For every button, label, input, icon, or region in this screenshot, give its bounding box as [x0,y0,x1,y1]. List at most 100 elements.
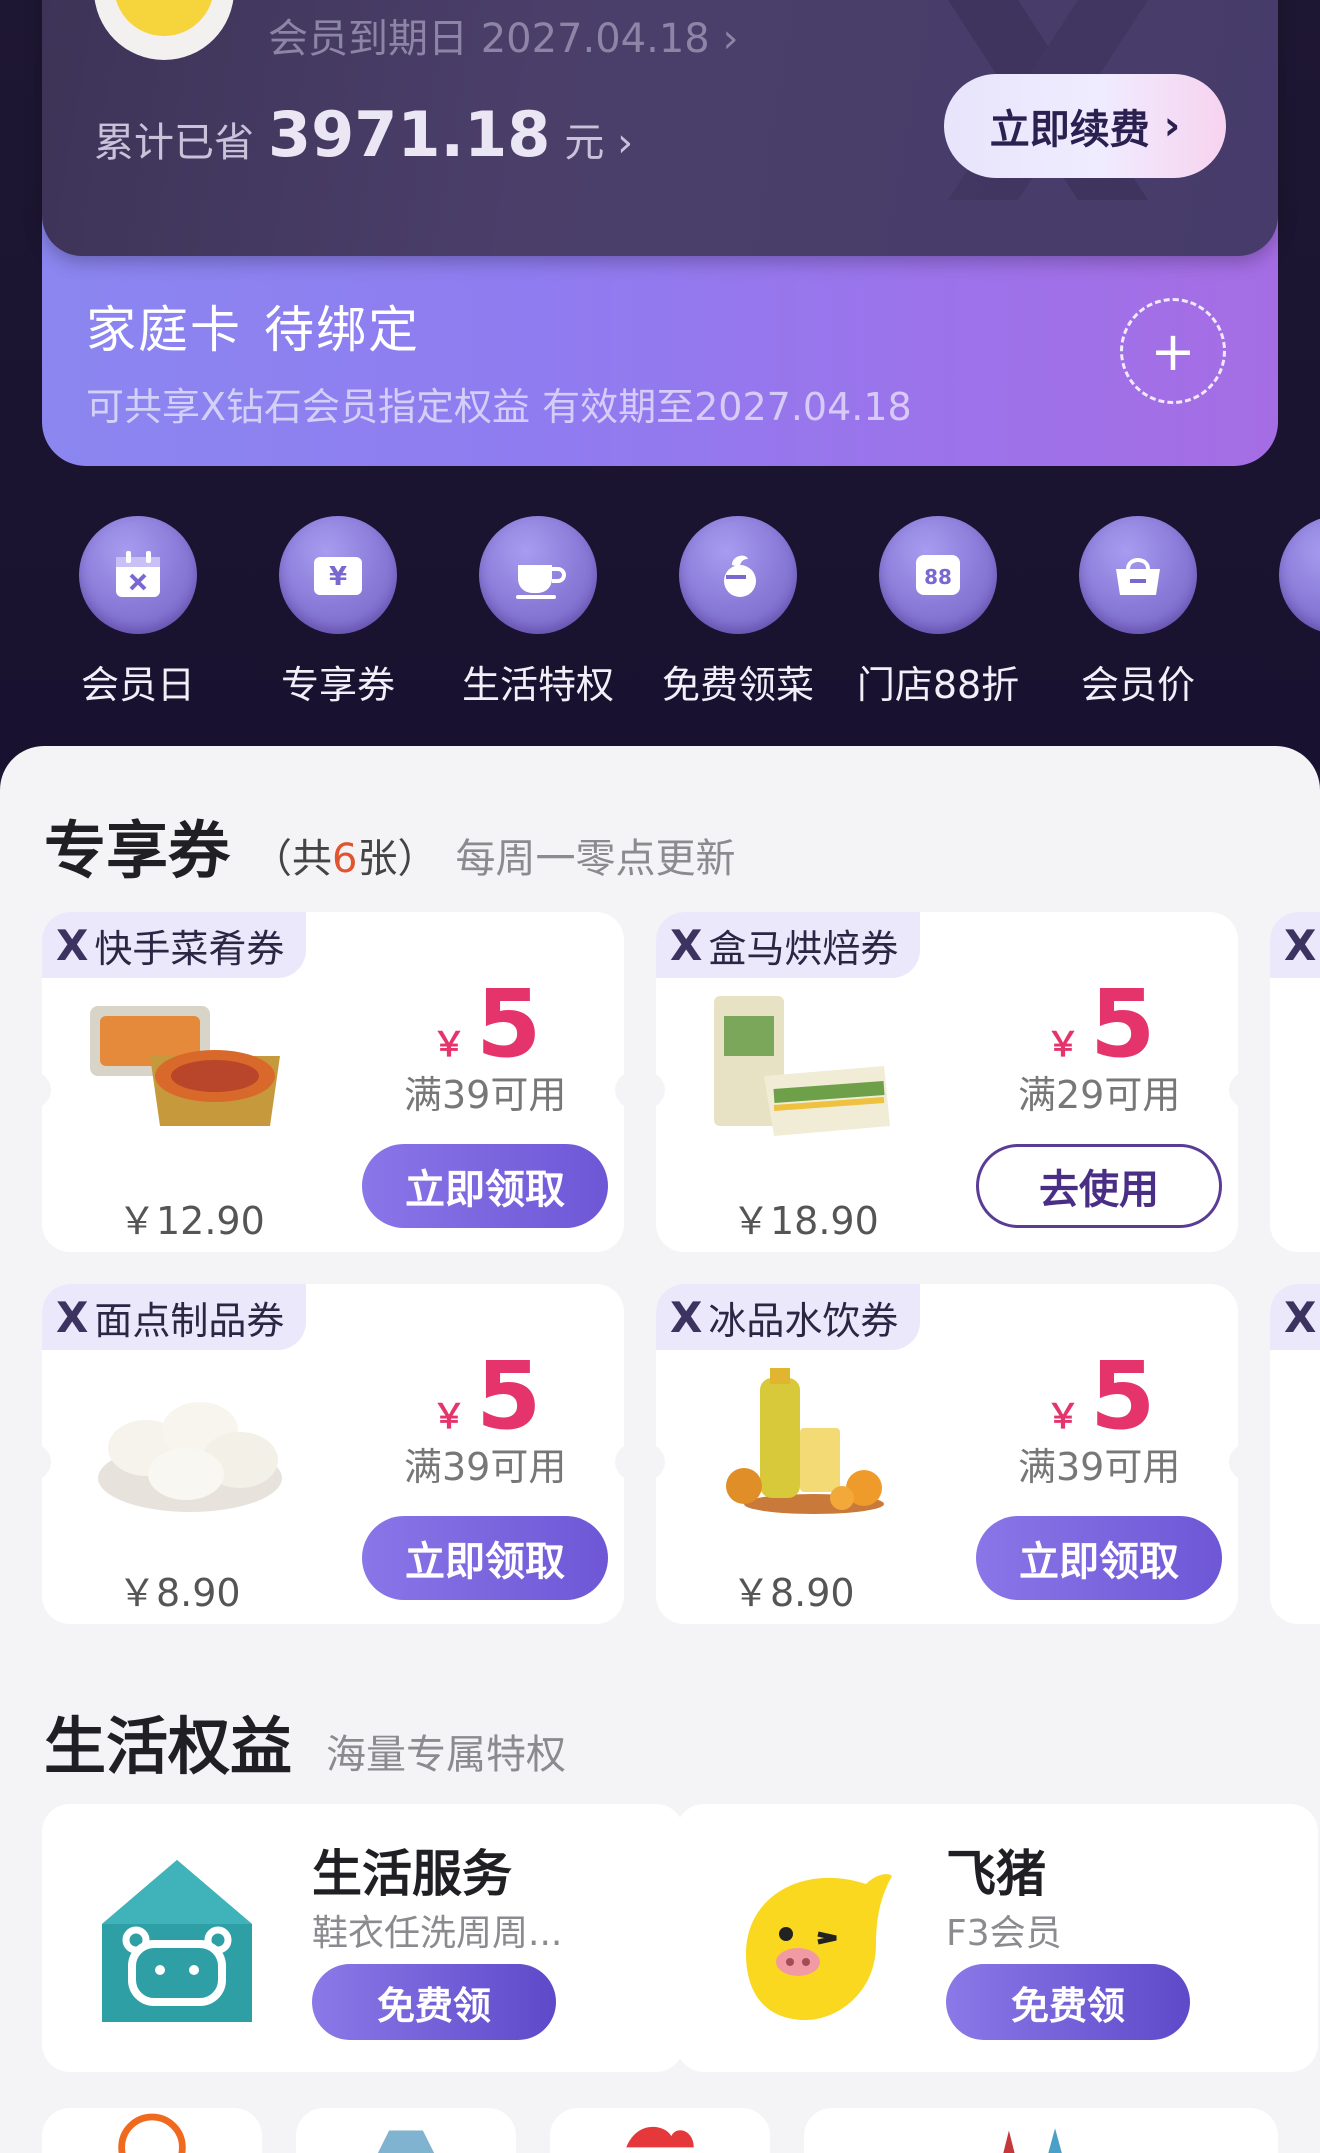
coupon-tag: X [1270,1284,1320,1350]
chevron-right-icon: › [722,16,739,62]
coupon-card[interactable]: X 快手菜肴券 ￥12.90 ￥ 5 满39可用 立即领取 [42,912,624,1252]
x-logo-icon: X [56,920,89,970]
coupon-value: ￥ 5 [432,970,541,1079]
quick-entry-label: 会员日 [80,663,195,707]
orange-logo-icon [118,2113,186,2153]
quick-entry-life-privilege[interactable]: 生活特权 [438,516,638,709]
coupon-tag: X 快手菜肴券 [42,912,307,978]
coupon-value: ￥ 5 [432,1342,541,1451]
renew-button-label: 立即续费 [989,107,1150,153]
coupon-card[interactable]: X 盒马烘焙券 ￥18.90 ￥ 5 满29可用 去使用 [656,912,1238,1252]
use-coupon-button[interactable]: 去使用 [976,1144,1222,1228]
coupon-value: ￥ 5 [1046,970,1155,1079]
saved-amount: 3971.18 [268,98,551,171]
claim-coupon-button[interactable]: 立即领取 [362,1516,608,1600]
claim-benefit-button[interactable]: 免费领 [312,1964,556,2040]
coupon-product-price: ￥8.90 [732,1571,855,1615]
quick-entry-member-day[interactable]: 会员日 [38,516,238,709]
life-section-header: 生活权益 海量专属特权 [44,1696,566,1786]
quick-entry-row: 会员日 ¥ 专享券 生活特权 免费领菜 88 门店88折 会员价 [0,516,1320,716]
sandwich-image [714,996,890,1136]
coupon-tag-label: 盒马烘焙券 [708,926,899,971]
ready-meal-image [90,1006,280,1126]
more-icon [1279,516,1320,634]
quick-entry-free-vegetable[interactable]: 免费领菜 [638,516,838,709]
family-card-name: 家庭卡 [86,301,242,359]
benefit-name: 飞猪 [946,1845,1046,1903]
saved-label: 累计已省 [94,120,254,166]
x-logo-icon: X [1284,920,1317,970]
coupon-notch [656,1444,665,1480]
blue-logo-icon [377,2130,435,2153]
coupon-card[interactable]: X 冰品水饮券 ￥8.90 ￥ 5 满39可用 立即领取 [656,1284,1238,1624]
coupon-currency: ￥ [1046,1397,1080,1437]
benefit-card-partial[interactable] [804,2108,1278,2153]
benefit-desc: F3会员 [946,1913,1062,1954]
claim-coupon-button[interactable]: 立即领取 [362,1144,608,1228]
coupon-notch [42,1072,51,1108]
svg-text:88: 88 [924,565,952,589]
coupon-currency: ￥ [432,1025,466,1065]
quick-entry-member-price[interactable]: 会员价 [1038,516,1238,709]
quick-entry-more[interactable] [1238,516,1320,634]
coupon-card-peek[interactable]: X [1270,912,1320,1252]
life-section-title: 生活权益 [44,1710,293,1783]
coupon-condition: 满39可用 [1018,1445,1181,1489]
x-logo-icon: X [670,920,703,970]
member-card: 会员到期日 2027.04.18 › 累计已省 3971.18 元 › 立即续费… [42,0,1278,256]
multicolor-logo-icon [1003,2128,1062,2153]
coupon-currency: ￥ [1046,1025,1080,1065]
quick-entry-label: 门店88折 [856,663,1020,707]
benefit-card-partial[interactable] [550,2108,770,2153]
chevron-right-icon: › [604,120,634,166]
svg-text:¥: ¥ [329,562,347,592]
benefit-card-fliggy[interactable]: 飞猪 F3会员 免费领 [676,1804,1318,2072]
coupon-card-peek[interactable]: X [1270,1284,1320,1624]
basket-icon [1079,516,1197,634]
quick-entry-store-discount[interactable]: 88 门店88折 [838,516,1038,709]
coupon-value-number: 5 [1090,1342,1156,1451]
claim-coupon-button[interactable]: 立即领取 [976,1516,1222,1600]
benefit-card-partial[interactable] [296,2108,516,2153]
discount-88-icon: 88 [879,516,997,634]
coupon-value-number: 5 [476,970,542,1079]
renew-button[interactable]: 立即续费 › [944,74,1226,178]
coupon-card[interactable]: X 面点制品券 ￥8.90 ￥ 5 满39可用 立即领取 [42,1284,624,1624]
coupon-notch [42,1444,51,1480]
life-section-desc: 海量专属特权 [326,1732,567,1778]
add-family-member-button[interactable]: + [1120,298,1226,404]
coupon-tag-label: 冰品水饮券 [708,1298,899,1343]
coupon-value-number: 5 [1090,970,1156,1079]
claim-benefit-button[interactable]: 免费领 [946,1964,1190,2040]
fliggy-pig-icon [746,1874,892,2020]
coupon-tag: X 冰品水饮券 [656,1284,921,1350]
coupon-product-price: ￥18.90 [732,1199,879,1243]
avatar[interactable] [94,0,234,60]
benefit-name: 生活服务 [312,1845,512,1903]
coupon-count-prefix: （共 [252,836,333,882]
benefit-desc: 鞋衣任洗周周... [312,1913,563,1954]
coupon-count-number: 6 [332,836,358,882]
benefit-card-life-service[interactable]: 生活服务 鞋衣任洗周周... 免费领 [42,1804,684,2072]
family-card-status: 待绑定 [264,301,420,359]
coupon-condition: 满39可用 [404,1073,567,1117]
coupon-tag-label: 快手菜肴券 [94,926,285,971]
x-logo-icon: X [670,1292,703,1342]
quick-entry-coupon[interactable]: ¥ 专享券 [238,516,438,709]
family-card-title: 家庭卡 待绑定 [86,290,420,362]
coupon-tag: X 面点制品券 [42,1284,307,1350]
coupon-tag: X [1270,912,1320,978]
coupon-notch [1229,1444,1238,1480]
quick-entry-label: 生活特权 [461,663,614,707]
coupon-section-desc: 每周一零点更新 [455,836,736,882]
coupon-notch [656,1072,665,1108]
coupon-count-suffix: 张） [357,836,438,882]
coupon-notch [1229,1072,1238,1108]
coupon-condition: 满29可用 [1018,1073,1181,1117]
red-logo-icon [626,2126,694,2148]
coupon-value-number: 5 [476,1342,542,1451]
member-expire-link[interactable]: 会员到期日 2027.04.18 › [268,6,738,64]
benefit-card-partial[interactable] [42,2108,262,2153]
total-saved-link[interactable]: 累计已省 3971.18 元 › [94,98,633,171]
steamed-bun-image [98,1402,282,1512]
